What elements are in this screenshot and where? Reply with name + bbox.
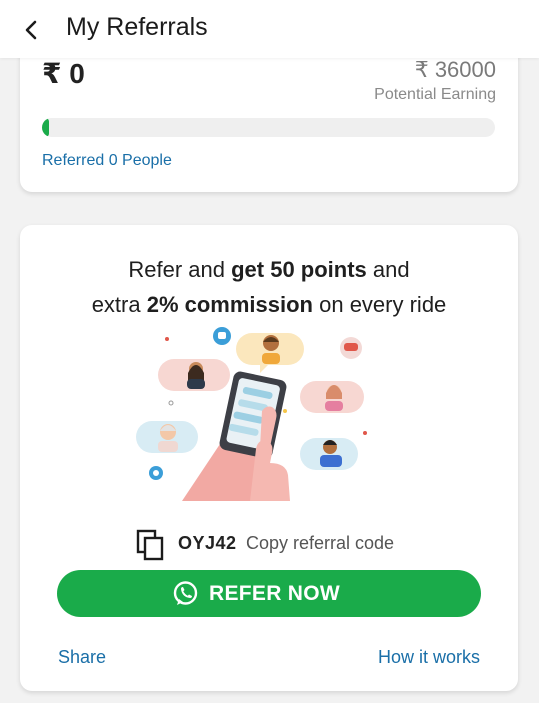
referred-count: Referred 0 People bbox=[42, 152, 172, 169]
offer-line-1: Refer and get 50 points and bbox=[128, 257, 410, 282]
back-button[interactable] bbox=[14, 12, 50, 46]
copy-icon[interactable] bbox=[136, 529, 164, 561]
offer-headline: Refer and get 50 points and extra 2% com… bbox=[20, 252, 518, 322]
potential-earning-label: Potential Earning bbox=[374, 86, 496, 103]
referral-illustration bbox=[136, 327, 367, 501]
potential-earning-amount: ₹ 36000 bbox=[414, 57, 496, 82]
referral-offer-card: Refer and get 50 points and extra 2% com… bbox=[20, 225, 518, 691]
app-header: My Referrals bbox=[0, 0, 539, 58]
earned-amount: ₹ 0 bbox=[42, 58, 85, 89]
page-title: My Referrals bbox=[66, 13, 208, 41]
refer-now-label: REFER NOW bbox=[209, 582, 341, 605]
referral-code: OYJ42 bbox=[178, 533, 237, 553]
copy-referral-code-link[interactable]: Copy referral code bbox=[246, 533, 394, 554]
share-link[interactable]: Share bbox=[58, 647, 106, 668]
referral-progress-bar bbox=[42, 118, 495, 137]
earnings-card: ₹ 0 ₹ 36000 Potential Earning Referred 0… bbox=[20, 36, 518, 192]
whatsapp-icon bbox=[173, 581, 198, 605]
back-arrow-icon bbox=[25, 20, 37, 40]
refer-now-button[interactable]: REFER NOW bbox=[57, 570, 481, 617]
offer-line-2: extra 2% commission on every ride bbox=[91, 292, 447, 317]
how-it-works-link[interactable]: How it works bbox=[378, 647, 480, 668]
referral-progress-fill bbox=[42, 118, 49, 137]
